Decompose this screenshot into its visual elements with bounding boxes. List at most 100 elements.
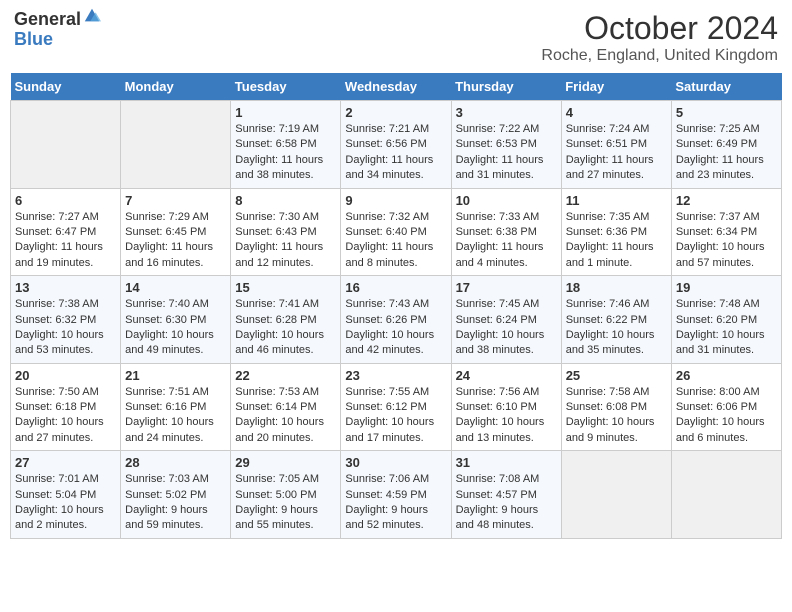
calendar-table: SundayMondayTuesdayWednesdayThursdayFrid… <box>10 73 782 539</box>
day-number: 7 <box>125 193 226 208</box>
day-info: Sunrise: 7:30 AM Sunset: 6:43 PM Dayligh… <box>235 210 336 272</box>
calendar-cell: 9 Sunrise: 7:32 AM Sunset: 6:40 PM Daylig… <box>341 188 451 276</box>
calendar-cell: 1 Sunrise: 7:19 AM Sunset: 6:58 PM Daylig… <box>231 101 341 189</box>
day-number: 1 <box>235 105 336 120</box>
calendar-cell: 13Sunrise: 7:38 AM Sunset: 6:32 PM Dayli… <box>11 276 121 364</box>
day-info: Sunrise: 7:33 AM Sunset: 6:38 PM Dayligh… <box>456 210 557 272</box>
day-info: Sunrise: 7:50 AM Sunset: 6:18 PM Dayligh… <box>15 385 116 447</box>
calendar-cell: 15 Sunrise: 7:41 AM Sunset: 6:28 PM Dayli… <box>231 276 341 364</box>
col-header-tuesday: Tuesday <box>231 73 341 101</box>
day-number: 9 <box>345 193 446 208</box>
calendar-cell: 18Sunrise: 7:46 AM Sunset: 6:22 PM Dayli… <box>561 276 671 364</box>
day-info: Sunrise: 7:24 AM Sunset: 6:51 PM Dayligh… <box>566 122 667 184</box>
day-number: 27 <box>15 455 116 470</box>
logo-icon <box>83 7 101 25</box>
day-number: 19 <box>676 280 777 295</box>
calendar-cell: 27 Sunrise: 7:01 AM Sunset: 5:04 PM Dayli… <box>11 451 121 539</box>
day-info: Sunrise: 7:21 AM Sunset: 6:56 PM Dayligh… <box>345 122 446 184</box>
calendar-cell: 26 Sunrise: 8:00 AM Sunset: 6:06 PM Dayli… <box>671 363 781 451</box>
day-info: Sunrise: 7:43 AM Sunset: 6:26 PM Dayligh… <box>345 297 446 359</box>
day-info: Sunrise: 7:03 AM Sunset: 5:02 PM Dayligh… <box>125 472 226 534</box>
day-number: 12 <box>676 193 777 208</box>
day-info: Sunrise: 7:25 AM Sunset: 6:49 PM Dayligh… <box>676 122 777 184</box>
day-number: 26 <box>676 368 777 383</box>
main-title: October 2024 <box>541 10 778 47</box>
calendar-cell: 23Sunrise: 7:55 AM Sunset: 6:12 PM Dayli… <box>341 363 451 451</box>
day-info: Sunrise: 7:40 AM Sunset: 6:30 PM Dayligh… <box>125 297 226 359</box>
calendar-cell: 28 Sunrise: 7:03 AM Sunset: 5:02 PM Dayli… <box>121 451 231 539</box>
day-info: Sunrise: 8:00 AM Sunset: 6:06 PM Dayligh… <box>676 385 777 447</box>
calendar-cell: 24 Sunrise: 7:56 AM Sunset: 6:10 PM Dayli… <box>451 363 561 451</box>
calendar-cell: 11 Sunrise: 7:35 AM Sunset: 6:36 PM Dayli… <box>561 188 671 276</box>
day-info: Sunrise: 7:51 AM Sunset: 6:16 PM Dayligh… <box>125 385 226 447</box>
calendar-cell: 4 Sunrise: 7:24 AM Sunset: 6:51 PM Daylig… <box>561 101 671 189</box>
calendar-cell: 30 Sunrise: 7:06 AM Sunset: 4:59 PM Dayli… <box>341 451 451 539</box>
day-info: Sunrise: 7:29 AM Sunset: 6:45 PM Dayligh… <box>125 210 226 272</box>
logo: General Blue <box>14 10 101 50</box>
day-info: Sunrise: 7:32 AM Sunset: 6:40 PM Dayligh… <box>345 210 446 272</box>
day-info: Sunrise: 7:05 AM Sunset: 5:00 PM Dayligh… <box>235 472 336 534</box>
day-info: Sunrise: 7:41 AM Sunset: 6:28 PM Dayligh… <box>235 297 336 359</box>
col-header-wednesday: Wednesday <box>341 73 451 101</box>
day-info: Sunrise: 7:58 AM Sunset: 6:08 PM Dayligh… <box>566 385 667 447</box>
day-number: 31 <box>456 455 557 470</box>
day-number: 30 <box>345 455 446 470</box>
logo-text: General <box>14 10 81 30</box>
day-number: 21 <box>125 368 226 383</box>
calendar-cell: 6 Sunrise: 7:27 AM Sunset: 6:47 PM Daylig… <box>11 188 121 276</box>
title-block: October 2024 Roche, England, United King… <box>541 10 778 65</box>
day-number: 5 <box>676 105 777 120</box>
day-info: Sunrise: 7:56 AM Sunset: 6:10 PM Dayligh… <box>456 385 557 447</box>
day-info: Sunrise: 7:55 AM Sunset: 6:12 PM Dayligh… <box>345 385 446 447</box>
calendar-cell <box>121 101 231 189</box>
day-number: 11 <box>566 193 667 208</box>
day-info: Sunrise: 7:08 AM Sunset: 4:57 PM Dayligh… <box>456 472 557 534</box>
calendar-cell: 3 Sunrise: 7:22 AM Sunset: 6:53 PM Daylig… <box>451 101 561 189</box>
day-info: Sunrise: 7:38 AM Sunset: 6:32 PM Dayligh… <box>15 297 116 359</box>
calendar-cell: 7 Sunrise: 7:29 AM Sunset: 6:45 PM Daylig… <box>121 188 231 276</box>
day-number: 6 <box>15 193 116 208</box>
col-header-sunday: Sunday <box>11 73 121 101</box>
day-info: Sunrise: 7:45 AM Sunset: 6:24 PM Dayligh… <box>456 297 557 359</box>
day-info: Sunrise: 7:37 AM Sunset: 6:34 PM Dayligh… <box>676 210 777 272</box>
calendar-cell: 8Sunrise: 7:30 AM Sunset: 6:43 PM Daylig… <box>231 188 341 276</box>
day-info: Sunrise: 7:27 AM Sunset: 6:47 PM Dayligh… <box>15 210 116 272</box>
calendar-cell: 19 Sunrise: 7:48 AM Sunset: 6:20 PM Dayli… <box>671 276 781 364</box>
calendar-cell: 14 Sunrise: 7:40 AM Sunset: 6:30 PM Dayli… <box>121 276 231 364</box>
calendar-cell: 10 Sunrise: 7:33 AM Sunset: 6:38 PM Dayli… <box>451 188 561 276</box>
day-info: Sunrise: 7:48 AM Sunset: 6:20 PM Dayligh… <box>676 297 777 359</box>
day-number: 29 <box>235 455 336 470</box>
day-number: 14 <box>125 280 226 295</box>
calendar-cell: 2 Sunrise: 7:21 AM Sunset: 6:56 PM Daylig… <box>341 101 451 189</box>
day-number: 15 <box>235 280 336 295</box>
day-number: 4 <box>566 105 667 120</box>
day-info: Sunrise: 7:22 AM Sunset: 6:53 PM Dayligh… <box>456 122 557 184</box>
logo-blue-text: Blue <box>14 29 53 49</box>
day-number: 25 <box>566 368 667 383</box>
day-info: Sunrise: 7:35 AM Sunset: 6:36 PM Dayligh… <box>566 210 667 272</box>
calendar-cell: 21 Sunrise: 7:51 AM Sunset: 6:16 PM Dayli… <box>121 363 231 451</box>
calendar-cell: 31 Sunrise: 7:08 AM Sunset: 4:57 PM Dayli… <box>451 451 561 539</box>
day-number: 2 <box>345 105 446 120</box>
col-header-friday: Friday <box>561 73 671 101</box>
day-number: 16 <box>345 280 446 295</box>
day-number: 3 <box>456 105 557 120</box>
calendar-cell: 17Sunrise: 7:45 AM Sunset: 6:24 PM Dayli… <box>451 276 561 364</box>
calendar-cell: 29 Sunrise: 7:05 AM Sunset: 5:00 PM Dayli… <box>231 451 341 539</box>
col-header-saturday: Saturday <box>671 73 781 101</box>
calendar-cell <box>561 451 671 539</box>
calendar-cell: 22 Sunrise: 7:53 AM Sunset: 6:14 PM Dayli… <box>231 363 341 451</box>
day-number: 22 <box>235 368 336 383</box>
day-info: Sunrise: 7:06 AM Sunset: 4:59 PM Dayligh… <box>345 472 446 534</box>
day-number: 10 <box>456 193 557 208</box>
page-header: General Blue October 2024 Roche, England… <box>10 10 782 65</box>
calendar-cell: 20 Sunrise: 7:50 AM Sunset: 6:18 PM Dayli… <box>11 363 121 451</box>
subtitle: Roche, England, United Kingdom <box>541 47 778 65</box>
day-number: 28 <box>125 455 226 470</box>
day-info: Sunrise: 7:01 AM Sunset: 5:04 PM Dayligh… <box>15 472 116 534</box>
day-info: Sunrise: 7:53 AM Sunset: 6:14 PM Dayligh… <box>235 385 336 447</box>
day-number: 24 <box>456 368 557 383</box>
day-info: Sunrise: 7:19 AM Sunset: 6:58 PM Dayligh… <box>235 122 336 184</box>
day-number: 20 <box>15 368 116 383</box>
col-header-monday: Monday <box>121 73 231 101</box>
